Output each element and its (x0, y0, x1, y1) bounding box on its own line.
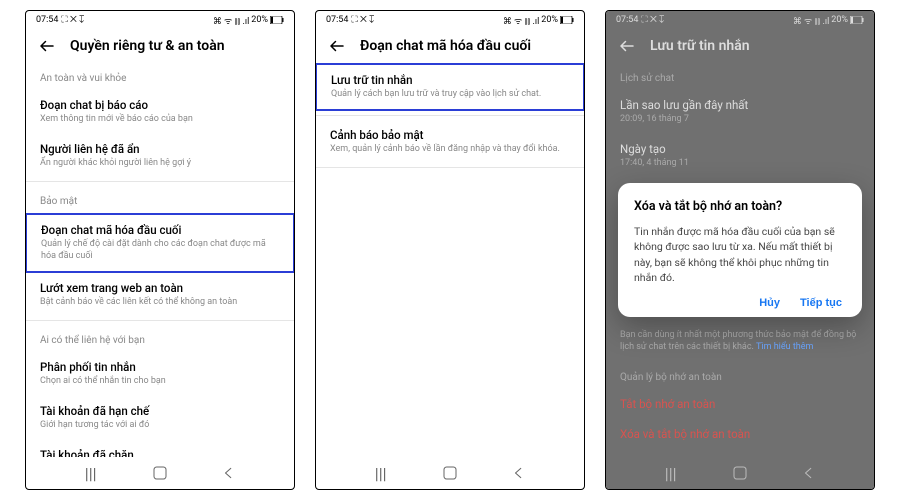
nav-recent-button[interactable]: ||| (361, 464, 401, 483)
screen-e2e-chats: 07:54 ⛶ ✕ ↧ ⌘ ᯤ ⫾⫾ .ıl 20% Đoạn chat mã … (315, 10, 585, 490)
section-label: An toàn và vui khỏe (26, 63, 294, 90)
divider (316, 115, 584, 116)
status-left-icons: ⛶ ✕ ↧ (61, 15, 84, 25)
item-title: Lưu trữ tin nhắn (331, 73, 569, 87)
dialog-backdrop: Xóa và tắt bộ nhớ an toàn? Tin nhắn được… (606, 11, 874, 489)
screen-message-storage: 07:54 ⛶ ✕ ↧ ⌘ ᯤ ⫾⫾ .ıl 20% Lưu trữ tin n… (605, 10, 875, 490)
back-icon[interactable] (328, 37, 346, 55)
screen-privacy-safety: 07:54 ⛶ ✕ ↧ ⌘ ᯤ ⫾⫾ .ıl 20% Quyền riêng t… (25, 10, 295, 490)
status-bar: 07:54 ⛶ ✕ ↧ ⌘ ᯤ ⫾⫾ .ıl 20% (26, 11, 294, 29)
status-bar: 07:54 ⛶ ✕ ↧ ⌘ ᯤ ⫾⫾ .ıl 20% (316, 11, 584, 29)
system-nav-bar: ||| (316, 457, 584, 489)
list-item[interactable]: Cảnh báo bảo mật Xem, quản lý cảnh báo về… (316, 120, 584, 164)
status-time: 07:54 (36, 15, 58, 25)
system-nav-bar: ||| (26, 457, 294, 489)
item-title: Đoạn chat bị báo cáo (40, 98, 280, 112)
nav-recent-button[interactable]: ||| (71, 464, 111, 483)
dialog-continue-button[interactable]: Tiếp tục (800, 297, 842, 309)
page-title: Quyền riêng tư & an toàn (70, 38, 225, 54)
battery-icon (560, 16, 574, 24)
list-item[interactable]: Lướt xem trang web an toàn Bật cảnh báo v… (26, 273, 294, 317)
list-item[interactable]: Phân phối tin nhắn Chọn ai có thể nhắn ti… (26, 352, 294, 396)
divider (316, 167, 584, 168)
list-item[interactable]: Lưu trữ tin nhắn Quản lý cách bạn lưu trữ… (316, 63, 584, 111)
item-subtitle: Xem, quản lý cảnh báo về lần đăng nhập v… (330, 144, 570, 156)
status-time: 07:54 (326, 15, 348, 25)
section-label: Ai có thể liên hệ với bạn (26, 325, 294, 352)
list-item[interactable]: Đoạn chat mã hóa đầu cuối Quản lý chế độ … (26, 213, 294, 272)
item-title: Tài khoản đã chặn (40, 448, 280, 457)
header: Đoạn chat mã hóa đầu cuối (316, 29, 584, 63)
settings-list[interactable]: An toàn và vui khỏe Đoạn chat bị báo cáo X… (26, 63, 294, 457)
status-left-icons: ⛶ ✕ ↧ (351, 15, 374, 25)
nav-home-button[interactable] (430, 465, 470, 481)
item-title: Cảnh báo bảo mật (330, 128, 570, 142)
item-title: Lướt xem trang web an toàn (40, 281, 280, 295)
item-subtitle: Giới hạn tương tác với ai đó (40, 420, 280, 432)
item-subtitle: Xem thông tin mới về báo cáo của bạn (40, 114, 280, 126)
item-subtitle: Quản lý cách bạn lưu trữ và truy cập vào… (331, 89, 569, 101)
item-title: Tài khoản đã hạn chế (40, 404, 280, 418)
battery-icon (270, 16, 284, 24)
status-battery: 20% (251, 15, 268, 25)
nav-back-button[interactable] (209, 466, 249, 480)
item-subtitle: Ẩn người khác khỏi người liên hệ gợi ý (40, 158, 280, 170)
list-item[interactable]: Tài khoản đã hạn chế Giới hạn tương tác v… (26, 396, 294, 440)
header: Quyền riêng tư & an toàn (26, 29, 294, 63)
back-icon[interactable] (38, 37, 56, 55)
item-subtitle: Bật cảnh báo về các liên kết có thể khôn… (40, 297, 280, 309)
dialog-title: Xóa và tắt bộ nhớ an toàn? (634, 199, 846, 214)
item-subtitle: Chọn ai có thể nhắn tin cho bạn (40, 376, 280, 388)
item-title: Người liên hệ đã ẩn (40, 142, 280, 156)
list-item[interactable]: Tài khoản đã chặnKhông cho ai đó liên hệ… (26, 440, 294, 457)
section-label: Bảo mật (26, 186, 294, 213)
list-item[interactable]: Đoạn chat bị báo cáo Xem thông tin mới về… (26, 90, 294, 134)
item-subtitle: Quản lý chế độ cài đặt dành cho các đoạn… (41, 239, 279, 262)
settings-list[interactable]: Lưu trữ tin nhắn Quản lý cách bạn lưu trữ… (316, 63, 584, 457)
page-title: Đoạn chat mã hóa đầu cuối (360, 38, 531, 54)
nav-home-button[interactable] (140, 465, 180, 481)
confirm-dialog: Xóa và tắt bộ nhớ an toàn? Tin nhắn được… (618, 183, 862, 317)
dialog-actions: Hủy Tiếp tục (634, 297, 846, 309)
status-right-icons: ⌘ ᯤ ⫾⫾ .ıl (213, 14, 249, 27)
dialog-body: Tin nhắn được mã hóa đầu cuối của bạn sẽ… (634, 224, 846, 285)
nav-back-button[interactable] (499, 466, 539, 480)
list-item[interactable]: Người liên hệ đã ẩn Ẩn người khác khỏi ng… (26, 134, 294, 178)
status-battery: 20% (541, 15, 558, 25)
item-title: Phân phối tin nhắn (40, 360, 280, 374)
status-right-icons: ⌘ ᯤ ⫾⫾ .ıl (503, 14, 539, 27)
dialog-cancel-button[interactable]: Hủy (759, 297, 780, 309)
item-title: Đoạn chat mã hóa đầu cuối (41, 223, 279, 237)
divider (26, 320, 294, 321)
divider (26, 181, 294, 182)
